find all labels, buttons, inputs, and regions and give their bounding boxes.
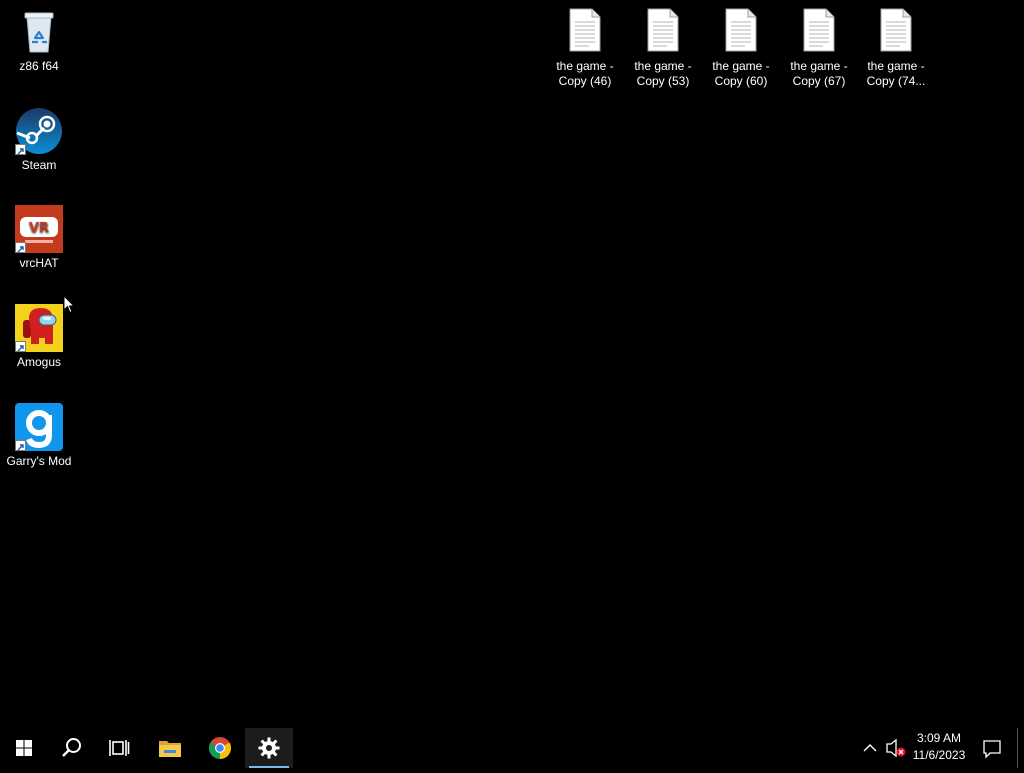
file-label-line1: the game -: [556, 59, 614, 73]
search-icon: [62, 738, 81, 757]
garrys-mod-icon: [15, 403, 63, 451]
file-label-line2: Copy (67): [792, 74, 846, 88]
desktop-icon-vrchat[interactable]: VR vrcHAT: [1, 205, 77, 271]
desktop[interactable]: z86 f64 Steam VR vrcHAT Amogus Garry's M…: [0, 0, 1024, 728]
file-explorer-button[interactable]: [146, 728, 194, 768]
file-label-line1: the game -: [634, 59, 692, 73]
file-label-line2: Copy (46): [558, 74, 612, 88]
clock-time: 3:09 AM: [916, 731, 962, 745]
start-button[interactable]: [0, 728, 48, 768]
text-file-icon: [803, 8, 835, 56]
file-label-line2: Copy (60): [714, 74, 768, 88]
chrome-icon: [209, 737, 231, 759]
desktop-file-the-game-copy-60[interactable]: the game - Copy (60): [703, 8, 779, 89]
file-label-line1: the game -: [867, 59, 925, 73]
desktop-icon-steam[interactable]: Steam: [1, 107, 77, 173]
steam-icon: [15, 107, 63, 155]
shortcut-arrow-icon: [15, 242, 26, 253]
task-view-icon: [109, 740, 130, 756]
file-explorer-icon: [159, 741, 181, 757]
shortcut-arrow-icon: [15, 144, 26, 155]
vrchat-icon: VR: [15, 205, 63, 253]
text-file-icon: [569, 8, 601, 56]
file-label-line1: the game -: [712, 59, 770, 73]
file-label-line1: the game -: [790, 59, 848, 73]
settings-icon: [258, 737, 280, 759]
among-us-icon: [15, 304, 63, 352]
volume-button[interactable]: [882, 728, 908, 768]
start-icon: [16, 740, 32, 756]
search-button[interactable]: [48, 728, 96, 768]
desktop-file-the-game-copy-67[interactable]: the game - Copy (67): [781, 8, 857, 89]
task-view-button[interactable]: [96, 728, 144, 768]
mouse-cursor-icon: [63, 294, 76, 319]
desktop-icon-label: Garry's Mod: [6, 454, 72, 468]
file-label-line2: Copy (74...: [866, 74, 926, 88]
clock-date: 11/6/2023: [912, 748, 966, 762]
taskbar-clock[interactable]: 3:09 AM 11/6/2023: [908, 730, 970, 766]
desktop-icon-garrys-mod[interactable]: Garry's Mod: [1, 403, 77, 469]
notification-icon: [983, 740, 1001, 759]
shortcut-arrow-icon: [15, 341, 26, 352]
svg-text:VR: VR: [29, 221, 49, 236]
desktop-icon-recycle-bin[interactable]: z86 f64: [1, 8, 77, 74]
settings-button[interactable]: [245, 728, 293, 768]
taskbar: 3:09 AM 11/6/2023: [0, 728, 1024, 768]
desktop-icon-label: Steam: [21, 158, 57, 172]
file-label-line2: Copy (53): [636, 74, 690, 88]
volume-muted-icon: [886, 738, 906, 758]
desktop-icon-label: vrcHAT: [19, 256, 59, 270]
text-file-icon: [647, 8, 679, 56]
shortcut-arrow-icon: [15, 440, 26, 451]
action-center-button[interactable]: [976, 728, 1008, 768]
desktop-file-the-game-copy-46[interactable]: the game - Copy (46): [547, 8, 623, 89]
desktop-file-the-game-copy-74[interactable]: the game - Copy (74...: [858, 8, 934, 89]
show-hidden-icons-button[interactable]: [858, 728, 882, 768]
text-file-icon: [880, 8, 912, 56]
desktop-icon-label: Amogus: [16, 355, 62, 369]
chevron-up-icon: [863, 744, 877, 752]
text-file-icon: [725, 8, 757, 56]
recycle-bin-icon: [15, 8, 63, 56]
desktop-file-the-game-copy-53[interactable]: the game - Copy (53): [625, 8, 701, 89]
show-desktop-button[interactable]: [1017, 728, 1024, 768]
chrome-button[interactable]: [196, 728, 244, 768]
desktop-icon-label: z86 f64: [19, 59, 59, 73]
